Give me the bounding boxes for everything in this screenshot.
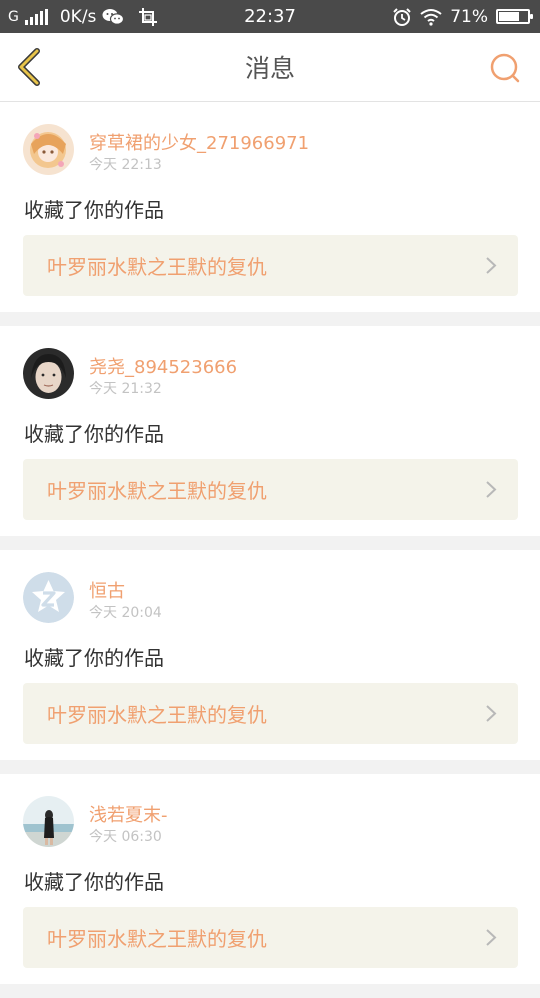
message-list: 穿草裙的少女_271966971 今天 22:13 收藏了你的作品 叶罗丽水默之… bbox=[0, 102, 540, 998]
work-title: 叶罗丽水默之王默的复仇 bbox=[47, 255, 267, 279]
work-title: 叶罗丽水默之王默的复仇 bbox=[47, 479, 267, 503]
message-card: 穿草裙的少女_271966971 今天 22:13 收藏了你的作品 叶罗丽水默之… bbox=[0, 102, 540, 312]
message-card: 尧尧_894523666 今天 21:32 收藏了你的作品 叶罗丽水默之王默的复… bbox=[0, 326, 540, 536]
message-card: 浅若夏末- 今天 06:30 收藏了你的作品 叶罗丽水默之王默的复仇 bbox=[0, 774, 540, 984]
avatar-photo bbox=[23, 348, 74, 399]
avatar[interactable] bbox=[23, 796, 74, 847]
status-right: 71% bbox=[392, 0, 533, 33]
timestamp: 今天 22:13 bbox=[89, 157, 162, 173]
action-text: 收藏了你的作品 bbox=[24, 198, 164, 222]
username[interactable]: 穿草裙的少女_271966971 bbox=[89, 129, 309, 155]
chevron-right-icon bbox=[486, 481, 497, 498]
battery-icon bbox=[496, 9, 533, 24]
work-link[interactable]: 叶罗丽水默之王默的复仇 bbox=[23, 459, 518, 520]
action-text: 收藏了你的作品 bbox=[24, 870, 164, 894]
username[interactable]: 尧尧_894523666 bbox=[89, 353, 237, 379]
chevron-right-icon bbox=[486, 705, 497, 722]
battery-fill bbox=[499, 12, 519, 21]
avatar-anime-girl bbox=[23, 124, 74, 175]
avatar[interactable] bbox=[23, 124, 74, 175]
chevron-right-icon bbox=[486, 929, 497, 946]
battery-percent: 71% bbox=[450, 6, 488, 27]
search-icon bbox=[490, 53, 520, 83]
avatar[interactable] bbox=[23, 348, 74, 399]
work-title: 叶罗丽水默之王默的复仇 bbox=[47, 703, 267, 727]
timestamp: 今天 20:04 bbox=[89, 605, 162, 621]
message-card: 恒古 今天 20:04 收藏了你的作品 叶罗丽水默之王默的复仇 bbox=[0, 550, 540, 760]
chevron-right-icon bbox=[486, 257, 497, 274]
username[interactable]: 浅若夏末- bbox=[89, 801, 168, 827]
avatar-beach-photo bbox=[23, 796, 74, 847]
username[interactable]: 恒古 bbox=[89, 577, 125, 603]
action-text: 收藏了你的作品 bbox=[24, 646, 164, 670]
search-button[interactable] bbox=[488, 51, 522, 85]
work-link[interactable]: 叶罗丽水默之王默的复仇 bbox=[23, 235, 518, 296]
avatar[interactable] bbox=[23, 572, 74, 623]
status-bar: G 0K/s 22:37 71% bbox=[0, 0, 540, 33]
work-title: 叶罗丽水默之王默的复仇 bbox=[47, 927, 267, 951]
page-title: 消息 bbox=[244, 54, 295, 83]
action-text: 收藏了你的作品 bbox=[24, 422, 164, 446]
timestamp: 今天 21:32 bbox=[89, 381, 162, 397]
work-link[interactable]: 叶罗丽水默之王默的复仇 bbox=[23, 683, 518, 744]
app-header: 消息 bbox=[0, 33, 540, 102]
work-link[interactable]: 叶罗丽水默之王默的复仇 bbox=[23, 907, 518, 968]
avatar-default-icon bbox=[23, 572, 74, 623]
alarm-icon bbox=[393, 7, 411, 26]
timestamp: 今天 06:30 bbox=[89, 829, 162, 845]
wifi-icon bbox=[420, 8, 442, 26]
